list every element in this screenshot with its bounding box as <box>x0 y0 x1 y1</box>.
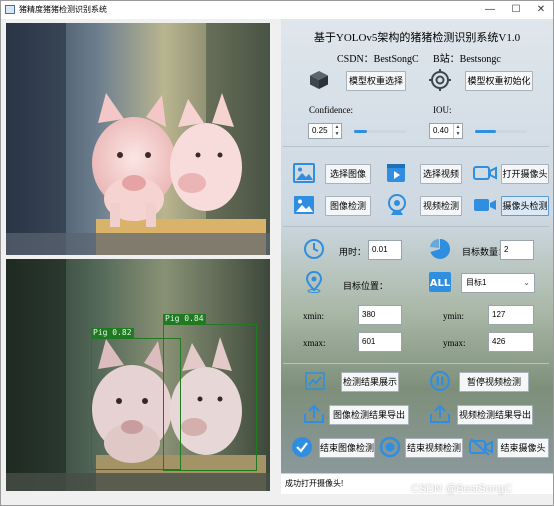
pause-icon <box>430 371 450 391</box>
iou-slider[interactable] <box>475 130 527 133</box>
model-weight-select-button[interactable]: 模型权重选择 <box>346 71 406 91</box>
check-circle-icon <box>292 437 312 457</box>
select-video-button[interactable]: 选择视频 <box>420 164 462 184</box>
confidence-value: 0.25 <box>312 126 328 135</box>
location-pin-icon <box>305 271 323 293</box>
ymin-field[interactable]: 127 <box>488 305 534 325</box>
minimize-button[interactable]: — <box>477 1 503 19</box>
confidence-label: Confidence: <box>309 105 353 115</box>
app-icon <box>5 5 15 14</box>
divider-3 <box>283 363 549 364</box>
detection-box-2 <box>163 324 257 471</box>
svg-text:ALL: ALL <box>430 278 451 289</box>
webcam-icon <box>388 194 406 215</box>
open-camera-button[interactable]: 打开摄像头 <box>501 164 549 184</box>
camera-detect-button[interactable]: 摄像头检测 <box>501 196 549 216</box>
confidence-spin-arrows[interactable]: ▲ ▼ <box>332 124 341 138</box>
end-video-detect-button[interactable]: 结束视频检测 <box>405 438 463 458</box>
export-video-results-button[interactable]: 视频检测结果导出 <box>457 405 533 425</box>
show-results-button[interactable]: 检测结果展示 <box>341 372 399 392</box>
iou-slider-fill <box>475 130 496 133</box>
ymin-label: ymin: <box>443 311 465 321</box>
end-image-detect-button[interactable]: 结束图像检测 <box>319 438 375 458</box>
export-image-results-button[interactable]: 图像检测结果导出 <box>329 405 409 425</box>
image-icon <box>293 163 315 183</box>
iou-spinbox[interactable]: 0.40 ▲ ▼ <box>429 123 463 139</box>
iou-value: 0.40 <box>433 126 449 135</box>
iou-label: IOU: <box>433 105 452 115</box>
app-window: 猪精度猪猪检测识别系统 — ☐ ✕ Pig 0.82 Pig 0.84 基于YO… <box>0 0 554 506</box>
video-detect-button[interactable]: 视频检测 <box>420 196 462 216</box>
maximize-button[interactable]: ☐ <box>503 1 529 19</box>
close-button[interactable]: ✕ <box>528 1 554 19</box>
confidence-spinbox[interactable]: 0.25 ▲ ▼ <box>308 123 342 139</box>
model-weight-init-button[interactable]: 模型权重初始化 <box>465 71 533 91</box>
source-pig-photo <box>6 23 270 255</box>
video-file-icon <box>387 164 405 182</box>
pie-chart-icon <box>430 238 451 259</box>
camera-off-icon <box>469 438 493 456</box>
status-message: 成功打开摄像头! <box>285 479 344 488</box>
window-title: 猪精度猪猪检测识别系统 <box>19 5 107 14</box>
camera-icon <box>473 166 497 180</box>
watermark: CSDN @BestSongC <box>411 483 513 495</box>
clock-icon <box>304 239 324 259</box>
time-field[interactable]: 0.01 <box>368 240 402 260</box>
target-count-field[interactable]: 2 <box>500 240 534 260</box>
xmin-field[interactable]: 380 <box>358 305 402 325</box>
chevron-down-icon: ⌄ <box>523 278 530 287</box>
target-gear-icon <box>429 69 451 91</box>
xmin-label: xmin: <box>303 311 325 321</box>
iou-spin-arrows[interactable]: ▲ ▼ <box>453 124 462 138</box>
stop-circle-icon <box>379 436 401 458</box>
ymax-field[interactable]: 426 <box>488 332 534 352</box>
pause-video-button[interactable]: 暂停视频检测 <box>459 372 529 392</box>
export-video-icon <box>430 404 450 423</box>
source-image-view <box>6 23 270 255</box>
csdn-credit: CSDN：BestSongC <box>337 54 419 65</box>
line-chart-icon <box>305 372 325 390</box>
divider-2 <box>283 226 549 227</box>
image-detect-button[interactable]: 图像检测 <box>325 196 371 216</box>
time-label: 用时： <box>339 247 367 257</box>
detection-result-view: Pig 0.82 Pig 0.84 <box>6 259 270 491</box>
export-image-icon <box>304 404 324 423</box>
control-panel: 基于YOLOv5架构的猪猪检测识别系统V1.0 CSDN：BestSongC B… <box>281 19 553 493</box>
xmax-label: xmax: <box>303 338 326 348</box>
bilibili-credit: B站：Bestsongc <box>433 54 501 65</box>
xmax-field[interactable]: 601 <box>358 332 402 352</box>
app-heading: 基于YOLOv5架构的猪猪检测识别系统V1.0 <box>313 32 521 44</box>
detection-label-2: Pig 0.84 <box>163 314 206 324</box>
confidence-slider-fill <box>354 130 367 133</box>
cube-icon <box>310 71 328 89</box>
all-targets-icon: ALL <box>429 272 451 292</box>
camera-detect-icon <box>474 199 496 211</box>
end-camera-button[interactable]: 结束摄像头 <box>497 438 549 458</box>
detection-label-1: Pig 0.82 <box>91 328 134 338</box>
title-bar: 猪精度猪猪检测识别系统 — ☐ ✕ <box>1 1 553 19</box>
image-detect-icon <box>294 196 314 214</box>
divider-1 <box>283 146 549 147</box>
target-select-value: 目标1 <box>466 278 487 287</box>
ymax-label: ymax: <box>443 338 466 348</box>
select-image-button[interactable]: 选择图像 <box>325 164 371 184</box>
target-select[interactable]: 目标1 ⌄ <box>461 273 535 293</box>
confidence-slider[interactable] <box>354 130 406 133</box>
target-position-label: 目标位置： <box>343 281 389 291</box>
